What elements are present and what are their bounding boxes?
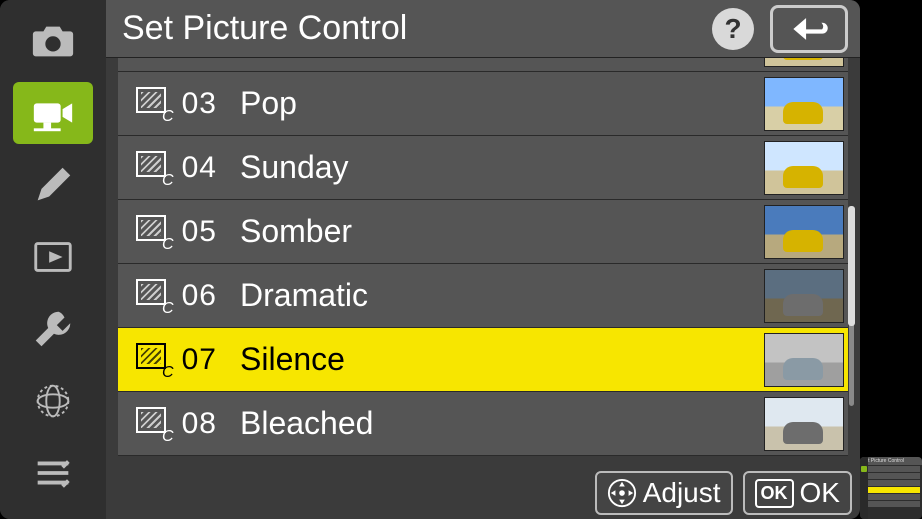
preset-name: Bleached — [228, 405, 764, 442]
mini-row — [868, 487, 920, 493]
preset-thumbnail — [764, 141, 844, 195]
mini-preview-title: Set Picture Control — [860, 457, 922, 465]
footer-hints: Adjust OK OK — [595, 471, 852, 515]
back-button[interactable] — [770, 5, 848, 53]
preset-code: C06 — [136, 279, 228, 313]
preset-code-prefix: C — [162, 58, 174, 62]
wrench-icon — [30, 306, 76, 352]
preset-name: Dramatic — [228, 277, 764, 314]
scrollbar[interactable] — [849, 206, 854, 406]
page-title: Set Picture Control — [122, 9, 702, 48]
preset-code: C05 — [136, 215, 228, 249]
preset-code-prefix: C — [162, 364, 174, 382]
preset-thumbnail — [764, 397, 844, 451]
preset-thumbnail — [764, 77, 844, 131]
scrollbar-thumb[interactable] — [848, 206, 855, 326]
preset-thumbnail — [764, 205, 844, 259]
preset-code-prefix: C — [162, 108, 174, 126]
tab-my-menu[interactable] — [13, 442, 93, 504]
mini-preview-thumbnail: Set Picture Control — [860, 457, 922, 519]
preset-code-number: 08 — [182, 407, 217, 441]
mini-row — [868, 494, 920, 500]
ok-badge: OK — [755, 479, 794, 508]
preset-name: Silence — [228, 341, 764, 378]
tab-custom-setting[interactable] — [13, 154, 93, 216]
mini-row — [868, 466, 920, 472]
preset-name: Pop — [228, 85, 764, 122]
play-rect-icon — [30, 234, 76, 280]
preset-code: C08 — [136, 407, 228, 441]
preset-code-number: 04 — [182, 151, 217, 185]
my-menu-icon — [30, 450, 76, 496]
picture-control-row[interactable]: C04Sunday — [118, 136, 848, 200]
camera-menu-screen: Set Picture Control ? C02MorningC03PopC0… — [0, 0, 860, 519]
preset-code-prefix: C — [162, 300, 174, 318]
list-viewport: C02MorningC03PopC04SundayC05SomberC06Dra… — [106, 58, 856, 469]
adjust-hint: Adjust — [595, 471, 733, 515]
picture-control-row[interactable]: C07Silence — [118, 328, 848, 392]
mini-row — [868, 473, 920, 479]
ok-label: OK — [800, 477, 840, 509]
adjust-label: Adjust — [643, 477, 721, 509]
preset-code-number: 06 — [182, 279, 217, 313]
picture-control-list[interactable]: C02MorningC03PopC04SundayC05SomberC06Dra… — [118, 58, 848, 456]
tab-photo-shooting[interactable] — [13, 10, 93, 72]
pencil-icon — [30, 162, 76, 208]
tab-movie-shooting[interactable] — [13, 82, 93, 144]
picture-control-row[interactable]: C02Morning — [118, 58, 848, 72]
picture-control-row[interactable]: C06Dramatic — [118, 264, 848, 328]
help-button[interactable]: ? — [712, 8, 754, 50]
dpad-icon — [607, 478, 637, 508]
preset-code-number: 05 — [182, 215, 217, 249]
movie-camera-icon — [30, 90, 76, 136]
ok-hint: OK OK — [743, 471, 852, 515]
picture-control-row[interactable]: C05Somber — [118, 200, 848, 264]
tab-setup[interactable] — [13, 298, 93, 360]
header-bar: Set Picture Control ? — [106, 0, 860, 58]
preset-code: C03 — [136, 87, 228, 121]
preset-code-prefix: C — [162, 172, 174, 190]
preset-code-prefix: C — [162, 236, 174, 254]
preset-code: C04 — [136, 151, 228, 185]
preset-code: C07 — [136, 343, 228, 377]
preset-thumbnail — [764, 269, 844, 323]
picture-control-row[interactable]: C03Pop — [118, 72, 848, 136]
mini-row — [868, 501, 920, 507]
preset-code-prefix: C — [162, 428, 174, 446]
preset-name: Sunday — [228, 149, 764, 186]
preset-name: Somber — [228, 213, 764, 250]
main-panel: Set Picture Control ? C02MorningC03PopC0… — [106, 0, 860, 519]
preset-thumbnail — [764, 333, 844, 387]
tab-network[interactable] — [13, 370, 93, 432]
preset-code-number: 07 — [182, 343, 217, 377]
preset-code-number: 03 — [182, 87, 217, 121]
globe-icon — [30, 378, 76, 424]
mini-row — [868, 480, 920, 486]
back-arrow-icon — [789, 14, 829, 44]
tab-playback[interactable] — [13, 226, 93, 288]
picture-control-row[interactable]: C08Bleached — [118, 392, 848, 456]
camera-icon — [30, 18, 76, 64]
menu-tab-sidebar — [0, 0, 106, 519]
preset-thumbnail — [764, 58, 844, 67]
